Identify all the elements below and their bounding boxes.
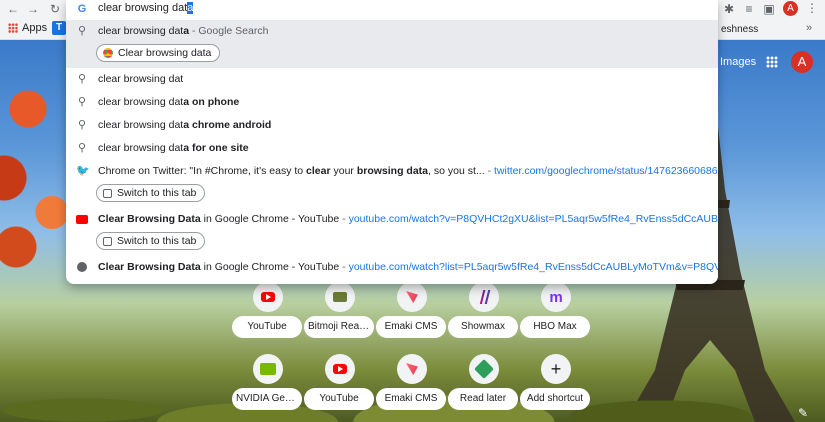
search-icon: ⚲ xyxy=(77,73,87,85)
suggestion-google-search[interactable]: ⚲ clear browsing data - Google Search Cl… xyxy=(66,20,718,68)
sidebar-icon[interactable]: ▣ xyxy=(761,1,777,17)
shortcut-youtube-2[interactable]: YouTube xyxy=(304,354,376,422)
extensions-puzzle-icon[interactable]: ✱ xyxy=(721,1,737,17)
omnibox-input-row[interactable]: G clear browsing data xyxy=(66,0,718,18)
shortcut-youtube[interactable]: YouTube xyxy=(232,282,304,350)
youtube-icon xyxy=(76,215,88,224)
shortcut-label: YouTube xyxy=(304,388,374,410)
shortcut-label: Showmax xyxy=(448,316,518,338)
emaki-icon xyxy=(406,363,418,375)
reading-list-icon[interactable]: ≡ xyxy=(741,1,757,17)
switch-to-tab-button[interactable]: Switch to this tab xyxy=(96,232,206,250)
chrome-icon xyxy=(103,48,113,58)
more-menu-icon[interactable]: ⋮ xyxy=(806,1,818,15)
switch-to-tab-button[interactable]: Switch to this tab xyxy=(96,184,206,202)
read-later-icon xyxy=(474,359,494,379)
shortcut-label: Emaki CMS xyxy=(376,316,446,338)
suggestion-search[interactable]: ⚲ clear browsing data on phone xyxy=(66,91,718,114)
nvidia-icon xyxy=(260,363,276,375)
search-icon: ⚲ xyxy=(77,96,87,108)
ntp-profile-avatar[interactable]: A xyxy=(791,51,813,73)
shortcut-hbo-max[interactable]: m HBO Max xyxy=(520,282,592,350)
omnibox-input[interactable]: clear browsing data xyxy=(98,2,194,14)
profile-avatar[interactable]: A xyxy=(783,1,798,16)
youtube-icon xyxy=(261,292,275,302)
t-bookmark-icon[interactable]: T xyxy=(52,21,66,35)
omnibox-dropdown: G clear browsing data ⚲ clear browsing d… xyxy=(66,0,718,284)
shortcut-emaki-cms-2[interactable]: Emaki CMS xyxy=(376,354,448,422)
shortcut-label: YouTube xyxy=(232,316,302,338)
shortcut-label: HBO Max xyxy=(520,316,590,338)
clear-browsing-data-chip[interactable]: Clear browsing data xyxy=(96,44,221,62)
bookmark-freshness[interactable]: eshness xyxy=(721,24,758,35)
apps-grid-icon xyxy=(8,23,18,33)
hbo-icon: m xyxy=(549,288,563,306)
back-icon[interactable]: ← xyxy=(6,2,20,16)
suggestion-youtube[interactable]: Clear Browsing Data in Google Chrome - Y… xyxy=(66,208,718,254)
google-g-icon: G xyxy=(77,3,87,15)
shortcut-read-later[interactable]: Read later xyxy=(448,354,520,422)
twitter-icon: 🐦 xyxy=(76,165,90,177)
shortcut-emaki-cms[interactable]: Emaki CMS xyxy=(376,282,448,350)
apps-bookmark[interactable]: Apps xyxy=(8,22,47,34)
reload-icon[interactable]: ↻ xyxy=(48,2,62,16)
forward-icon[interactable]: → xyxy=(26,2,40,16)
suggestion-twitter[interactable]: 🐦 Chrome on Twitter: "In #Chrome, it's e… xyxy=(66,160,718,206)
shortcut-nvidia[interactable]: NVIDIA GeFo... xyxy=(232,354,304,422)
suggestion-search[interactable]: ⚲ clear browsing dat xyxy=(66,68,718,91)
images-link[interactable]: Images xyxy=(720,56,756,68)
tab-icon xyxy=(103,188,112,198)
google-apps-icon[interactable] xyxy=(766,56,778,68)
plus-icon: + xyxy=(550,359,562,379)
apps-label: Apps xyxy=(22,22,48,34)
customize-pencil-icon[interactable]: ✎ xyxy=(798,406,808,420)
suggestion-history[interactable]: Clear Browsing Data in Google Chrome - Y… xyxy=(66,256,718,279)
bitmoji-icon xyxy=(333,292,347,302)
showmax-icon xyxy=(479,290,491,304)
emaki-icon xyxy=(406,291,418,303)
shortcut-label: Emaki CMS xyxy=(376,388,446,410)
shortcut-label: Bitmoji React... xyxy=(304,316,374,338)
suggestion-search[interactable]: ⚲ clear browsing data chrome android xyxy=(66,114,718,137)
search-icon: ⚲ xyxy=(77,25,87,37)
shortcut-showmax[interactable]: Showmax xyxy=(448,282,520,350)
shortcut-label: Add shortcut xyxy=(520,388,590,410)
shortcut-add[interactable]: + Add shortcut xyxy=(520,354,592,422)
bookmarks-overflow-icon[interactable]: » xyxy=(806,22,812,34)
shortcut-bitmoji[interactable]: Bitmoji React... xyxy=(304,282,376,350)
search-icon: ⚲ xyxy=(77,142,87,154)
suggestion-search[interactable]: ⚲ clear browsing data for one site xyxy=(66,137,718,160)
shortcut-label: NVIDIA GeFo... xyxy=(232,388,302,410)
search-icon: ⚲ xyxy=(77,119,87,131)
tab-icon xyxy=(103,236,112,246)
youtube-icon xyxy=(333,364,347,374)
shortcut-label: Read later xyxy=(448,388,518,410)
globe-icon xyxy=(77,262,87,272)
